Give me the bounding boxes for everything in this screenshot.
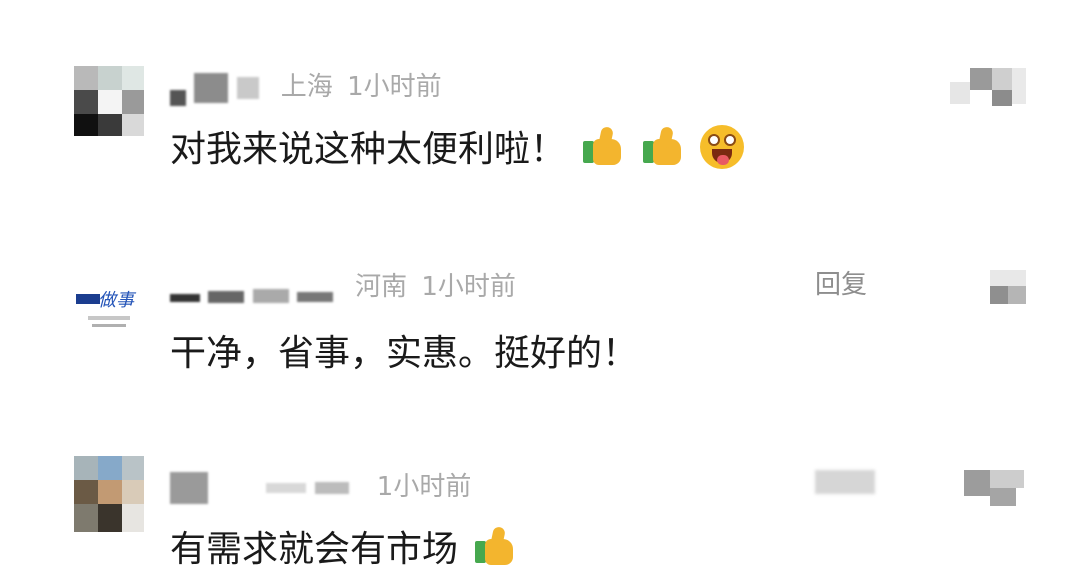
username-redacted bbox=[296, 291, 333, 302]
comment-text-content: 对我来说这种太便利啦！ bbox=[170, 129, 567, 170]
comment-time: 1小时前 bbox=[421, 272, 516, 302]
comment-location: 河南 bbox=[355, 272, 408, 302]
thumbs-up-icon bbox=[473, 525, 517, 576]
username-redacted[interactable] bbox=[208, 290, 245, 303]
username-redacted[interactable] bbox=[170, 89, 186, 106]
like-button[interactable] bbox=[990, 270, 1026, 310]
comment-text: 对我来说这种太便利啦！ bbox=[170, 120, 745, 178]
thumbs-up-icon bbox=[581, 125, 625, 176]
grinning-tongue-face-icon bbox=[700, 124, 745, 178]
reply-button[interactable] bbox=[815, 470, 875, 501]
username-redacted[interactable] bbox=[194, 72, 229, 103]
thumbs-up-icon bbox=[641, 125, 685, 176]
comment-location: 上海 bbox=[280, 72, 333, 102]
comment-text-content: 有需求就会有市场 bbox=[170, 529, 459, 570]
username-redacted[interactable] bbox=[170, 293, 200, 302]
reply-redacted bbox=[815, 470, 875, 494]
comment-meta: 1小时前 bbox=[170, 466, 471, 504]
avatar[interactable]: 做事 bbox=[74, 276, 144, 346]
username-redacted bbox=[252, 288, 289, 303]
username-redacted bbox=[314, 481, 349, 494]
username-redacted[interactable] bbox=[170, 471, 208, 504]
avatar[interactable] bbox=[74, 66, 144, 136]
username-redacted bbox=[236, 76, 259, 99]
comment-text-content: 干净，省事，实惠。挺好的！ bbox=[170, 333, 639, 374]
comment-meta: 上海 1小时前 bbox=[170, 66, 442, 106]
avatar[interactable] bbox=[74, 456, 144, 532]
comment-text: 干净，省事，实惠。挺好的！ bbox=[170, 324, 638, 376]
like-button[interactable] bbox=[950, 68, 1026, 108]
reply-button[interactable]: 回复 bbox=[815, 264, 867, 301]
comment-time: 1小时前 bbox=[376, 472, 472, 502]
avatar-label: 做事 bbox=[98, 290, 134, 311]
comment-time: 1小时前 bbox=[347, 72, 442, 102]
username-redacted bbox=[266, 482, 307, 493]
like-button[interactable] bbox=[950, 470, 1026, 510]
comment-text: 有需求就会有市场 bbox=[170, 520, 517, 576]
comment-meta: 河南 1小时前 bbox=[170, 266, 516, 303]
